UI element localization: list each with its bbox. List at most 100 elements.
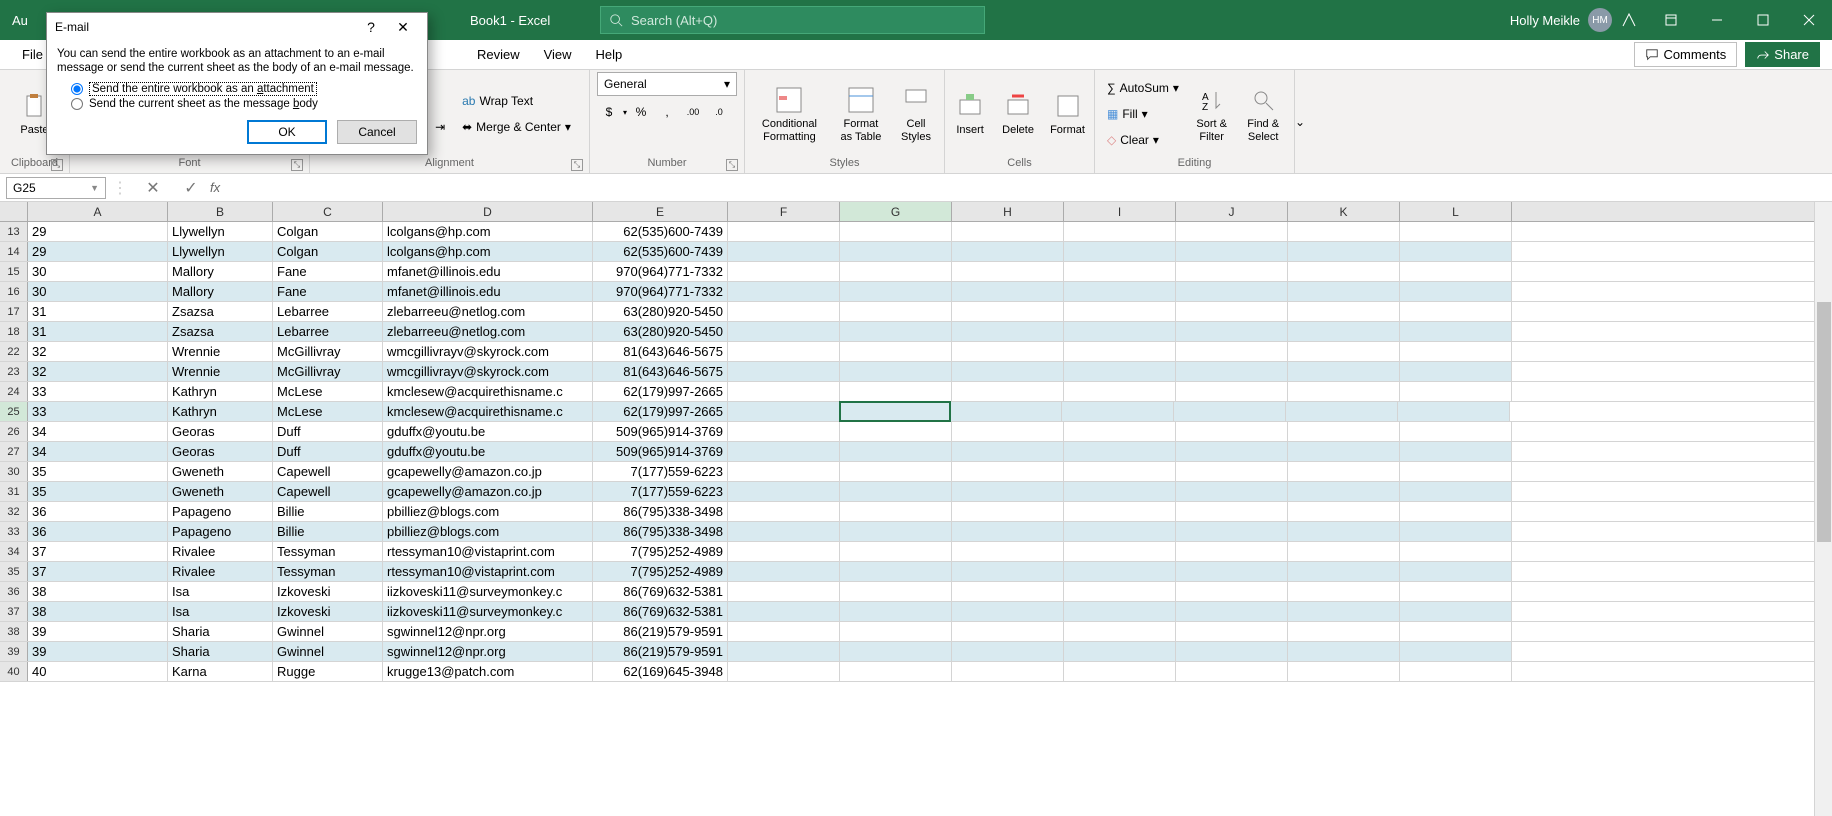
- cell[interactable]: [1400, 242, 1512, 261]
- cell[interactable]: [728, 302, 840, 321]
- cell[interactable]: 39: [28, 642, 168, 661]
- cell[interactable]: 86(219)579-9591: [593, 622, 728, 641]
- cell[interactable]: [728, 462, 840, 481]
- cell[interactable]: Llywellyn: [168, 242, 273, 261]
- cell[interactable]: [1400, 362, 1512, 381]
- cell[interactable]: [728, 562, 840, 581]
- cell[interactable]: [1288, 622, 1400, 641]
- clear-button[interactable]: ◇Clear▾: [1101, 128, 1185, 152]
- cell[interactable]: [1288, 462, 1400, 481]
- cell[interactable]: [1176, 662, 1288, 681]
- cell[interactable]: 86(769)632-5381: [593, 582, 728, 601]
- cell[interactable]: [1064, 662, 1176, 681]
- row-header[interactable]: 17: [0, 302, 28, 321]
- row-header[interactable]: 39: [0, 642, 28, 661]
- close-button[interactable]: [1786, 0, 1832, 40]
- cell[interactable]: 970(964)771-7332: [593, 282, 728, 301]
- cell[interactable]: [1288, 642, 1400, 661]
- cell[interactable]: [1064, 502, 1176, 521]
- cell[interactable]: [952, 582, 1064, 601]
- cell[interactable]: Lebarree: [273, 302, 383, 321]
- row-header[interactable]: 16: [0, 282, 28, 301]
- cell[interactable]: Kathryn: [168, 402, 273, 421]
- collapse-ribbon-button[interactable]: ⌄: [1295, 115, 1315, 129]
- cell[interactable]: Colgan: [273, 242, 383, 261]
- row-header[interactable]: 25: [0, 402, 28, 421]
- cell[interactable]: [1176, 442, 1288, 461]
- row-header[interactable]: 36: [0, 582, 28, 601]
- cell[interactable]: Papageno: [168, 522, 273, 541]
- cell[interactable]: [1176, 462, 1288, 481]
- cell[interactable]: Isa: [168, 582, 273, 601]
- clipboard-dialog-launcher[interactable]: ⤡: [51, 159, 63, 171]
- cell[interactable]: Gwinnel: [273, 642, 383, 661]
- cell[interactable]: [1288, 582, 1400, 601]
- row-header[interactable]: 33: [0, 522, 28, 541]
- cell[interactable]: [952, 242, 1064, 261]
- cell[interactable]: [1176, 302, 1288, 321]
- cell[interactable]: 38: [28, 602, 168, 621]
- decrease-decimal-button[interactable]: .0: [707, 100, 731, 124]
- cancel-formula-button[interactable]: ✕: [140, 178, 166, 198]
- cell[interactable]: [840, 522, 952, 541]
- cell[interactable]: [840, 382, 952, 401]
- cell[interactable]: [1400, 262, 1512, 281]
- cell[interactable]: [728, 442, 840, 461]
- cell[interactable]: [840, 582, 952, 601]
- fill-button[interactable]: ▦Fill▾: [1101, 102, 1185, 126]
- row-header[interactable]: 23: [0, 362, 28, 381]
- cell[interactable]: Wrennie: [168, 362, 273, 381]
- cell[interactable]: [1064, 622, 1176, 641]
- option-send-sheet[interactable]: Send the current sheet as the message bo…: [71, 98, 417, 110]
- cell[interactable]: [1288, 542, 1400, 561]
- cell[interactable]: 40: [28, 662, 168, 681]
- tab-view[interactable]: View: [532, 40, 584, 69]
- cell[interactable]: [1288, 322, 1400, 341]
- format-cells-button[interactable]: Format: [1044, 88, 1091, 138]
- cell[interactable]: rtessyman10@vistaprint.com: [383, 562, 593, 581]
- cell[interactable]: Isa: [168, 602, 273, 621]
- cell[interactable]: Mallory: [168, 282, 273, 301]
- cell[interactable]: 37: [28, 542, 168, 561]
- cell[interactable]: [1062, 402, 1174, 421]
- cell[interactable]: [728, 602, 840, 621]
- number-format-dropdown[interactable]: General▾: [597, 72, 737, 96]
- cell[interactable]: [1064, 442, 1176, 461]
- grid-body[interactable]: 1329LlywellynColganlcolgans@hp.com62(535…: [0, 222, 1832, 682]
- cell[interactable]: [728, 662, 840, 681]
- column-header-D[interactable]: D: [383, 202, 593, 221]
- cell[interactable]: [952, 542, 1064, 561]
- cell[interactable]: Fane: [273, 262, 383, 281]
- cell[interactable]: [952, 602, 1064, 621]
- cell[interactable]: 7(795)252-4989: [593, 542, 728, 561]
- cell[interactable]: lcolgans@hp.com: [383, 222, 593, 241]
- column-header-L[interactable]: L: [1400, 202, 1512, 221]
- column-header-E[interactable]: E: [593, 202, 728, 221]
- share-button[interactable]: Share: [1745, 42, 1820, 67]
- column-header-J[interactable]: J: [1176, 202, 1288, 221]
- cell[interactable]: [1176, 502, 1288, 521]
- row-header[interactable]: 26: [0, 422, 28, 441]
- cell[interactable]: [728, 242, 840, 261]
- cell[interactable]: lcolgans@hp.com: [383, 242, 593, 261]
- cell[interactable]: sgwinnel12@npr.org: [383, 642, 593, 661]
- cell[interactable]: Fane: [273, 282, 383, 301]
- cell[interactable]: McLese: [273, 382, 383, 401]
- row-header[interactable]: 22: [0, 342, 28, 361]
- option-send-workbook[interactable]: Send the entire workbook as an attachmen…: [71, 82, 417, 96]
- cell[interactable]: McGillivray: [273, 362, 383, 381]
- autosum-button[interactable]: ∑AutoSum▾: [1101, 76, 1185, 100]
- cell[interactable]: [1400, 622, 1512, 641]
- cell[interactable]: [952, 322, 1064, 341]
- font-dialog-launcher[interactable]: ⤡: [291, 159, 303, 171]
- cell[interactable]: 37: [28, 562, 168, 581]
- cell[interactable]: [1400, 222, 1512, 241]
- cell[interactable]: [1400, 482, 1512, 501]
- cell[interactable]: Kathryn: [168, 382, 273, 401]
- cell[interactable]: 35: [28, 482, 168, 501]
- merge-center-button[interactable]: ⬌Merge & Center▾: [456, 115, 577, 139]
- cell[interactable]: gcapewelly@amazon.co.jp: [383, 462, 593, 481]
- cell[interactable]: [840, 322, 952, 341]
- cell[interactable]: [952, 342, 1064, 361]
- cell[interactable]: zlebarreeu@netlog.com: [383, 302, 593, 321]
